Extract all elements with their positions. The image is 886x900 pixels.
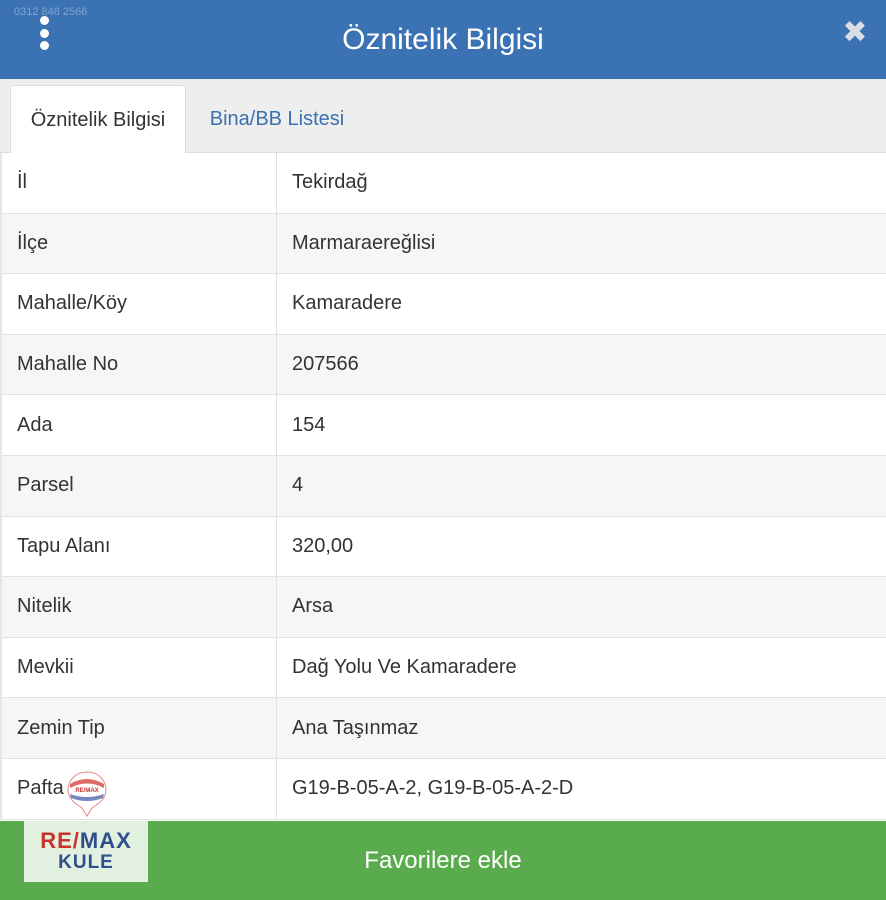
- attribute-value: 207566: [292, 353, 359, 376]
- attribute-label: Ada: [2, 395, 277, 455]
- attribute-value: Tekirdağ: [292, 171, 368, 194]
- attribute-label: Nitelik: [2, 577, 277, 637]
- watermark-kule: KULE: [58, 852, 114, 873]
- attribute-label: İl: [2, 153, 277, 213]
- attribute-row: Mahalle No 207566: [2, 334, 886, 396]
- attribute-value: 154: [292, 413, 326, 436]
- attribute-row: Zemin Tip Ana Taşınmaz: [2, 698, 886, 759]
- attribute-table: İl Tekirdağ İlçe Marmaraereğlisi Mahalle/Köy…: [0, 153, 886, 820]
- attribute-label: Tapu Alanı: [2, 516, 277, 577]
- attribute-label: Mahalle No: [2, 334, 277, 395]
- attribute-row: Mahalle/Köy Kamaradere: [2, 274, 886, 335]
- watermark-max: MAX: [79, 828, 132, 853]
- attribute-value: G19-B-05-A-2, G19-B-05-A-2-D: [292, 777, 574, 800]
- watermark-re: RE: [40, 828, 73, 853]
- attribute-value: 320,00: [292, 534, 354, 557]
- attribute-label: Mahalle/Köy: [2, 274, 277, 334]
- attribute-label: Zemin Tip: [2, 698, 277, 758]
- add-favorites-label: Favorilere ekle: [364, 846, 522, 874]
- attribute-value: Kamaradere: [292, 292, 403, 315]
- attribute-label: Pafta: [2, 758, 277, 819]
- attribute-value: 4: [292, 474, 304, 497]
- tab-bina-bb-listesi[interactable]: Bina/BB Listesi: [188, 85, 366, 153]
- attribute-value: Dağ Yolu Ve Kamaradere: [292, 656, 517, 679]
- vertical-dots-icon[interactable]: [36, 16, 52, 50]
- tab-bar: Öznitelik Bilgisi Bina/BB Listesi: [0, 79, 886, 154]
- attribute-value: Arsa: [292, 595, 334, 618]
- attribute-row: Pafta G19-B-05-A-2, G19-B-05-A-2-D: [2, 758, 886, 820]
- close-icon[interactable]: ✖: [842, 18, 868, 48]
- attribute-value: Marmaraereğlisi: [292, 231, 436, 254]
- attribute-row: İlçe Marmaraereğlisi: [2, 213, 886, 275]
- attribute-value: Ana Taşınmaz: [292, 716, 419, 739]
- remax-kule-watermark: RE/MAX KULE: [24, 820, 148, 882]
- attribute-label: Mevkii: [2, 637, 277, 698]
- watermark-slash: /: [72, 828, 80, 853]
- attribute-label: Parsel: [2, 455, 277, 516]
- tab-oznitelik-bilgisi[interactable]: Öznitelik Bilgisi: [10, 85, 186, 154]
- attribute-row: İl Tekirdağ: [2, 153, 886, 214]
- dialog-title: Öznitelik Bilgisi: [342, 22, 544, 56]
- attribute-label: İlçe: [2, 213, 277, 274]
- remax-balloon-icon: RE/MAX: [67, 771, 107, 817]
- remax-balloon-text: RE/MAX: [75, 788, 98, 794]
- dialog-header: 0312 848 2566 Öznitelik Bilgisi ✖: [0, 0, 886, 79]
- attribute-row: Parsel 4: [2, 455, 886, 517]
- attribute-row: Mevkii Dağ Yolu Ve Kamaradere: [2, 637, 886, 699]
- attribute-row: Ada 154: [2, 395, 886, 456]
- attribute-row: Tapu Alanı 320,00: [2, 516, 886, 578]
- attribute-row: Nitelik Arsa: [2, 577, 886, 638]
